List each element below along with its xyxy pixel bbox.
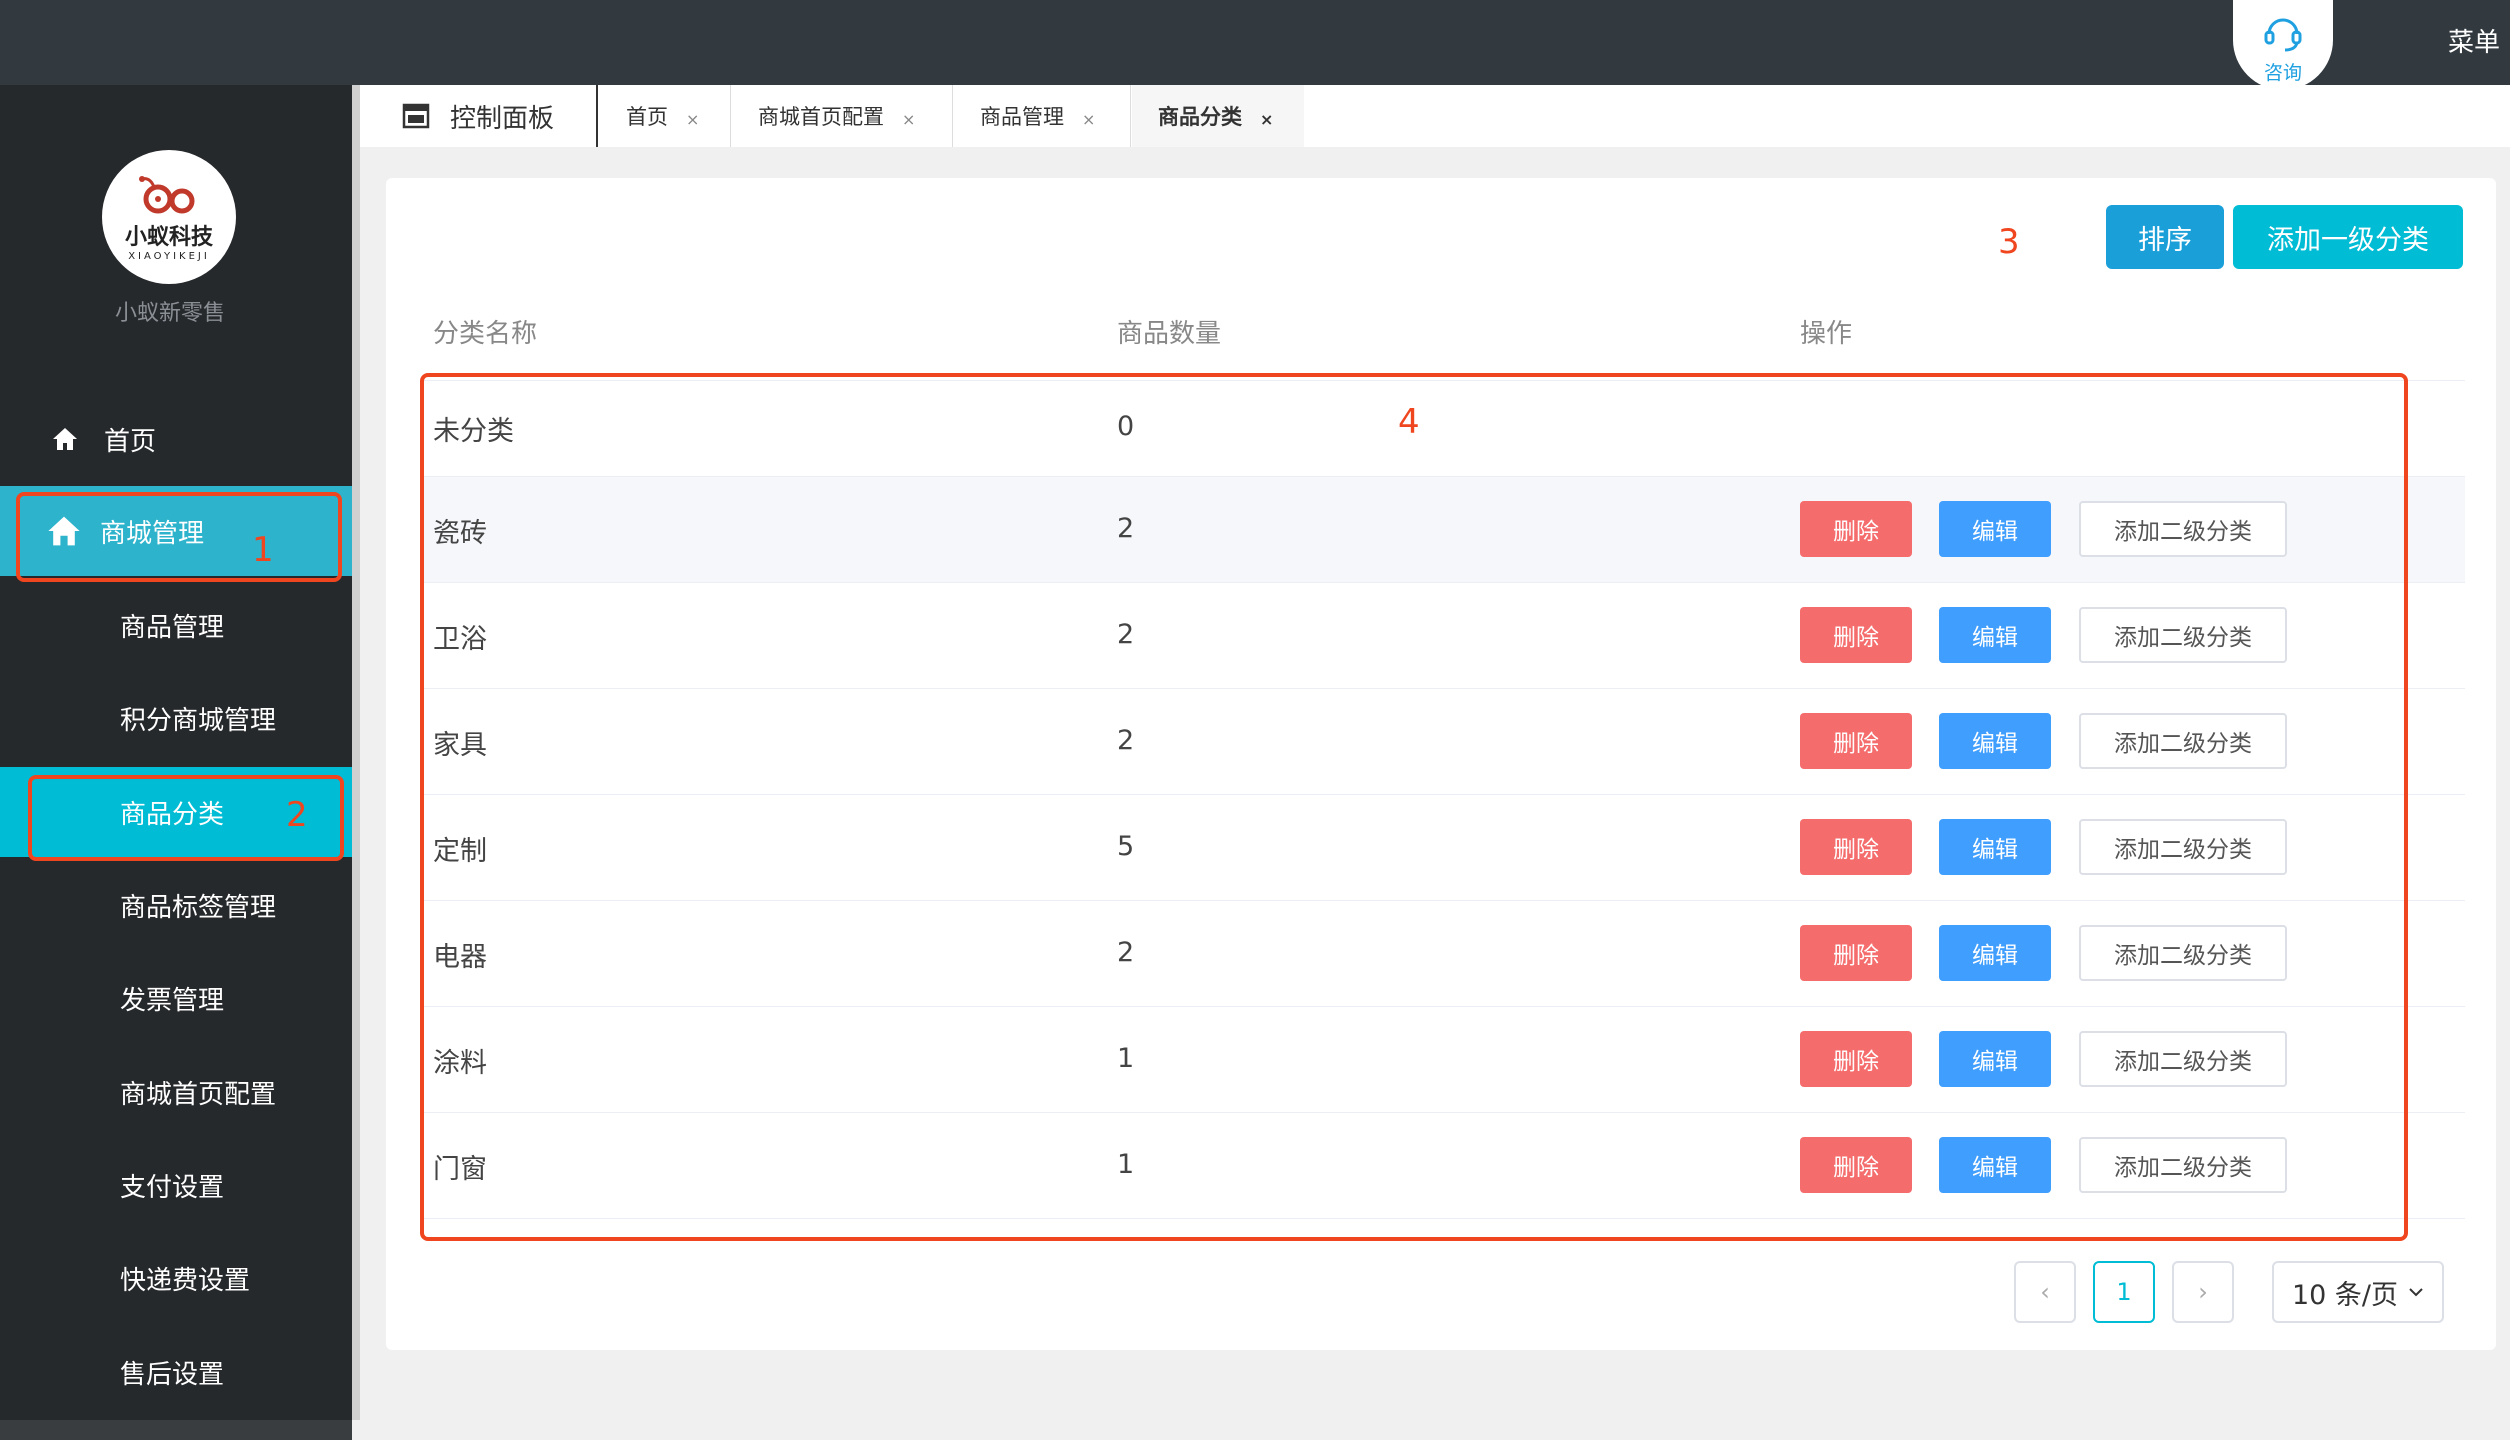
annotation-number-3: 3 [1998, 222, 2020, 262]
logo-text: 小蚁科技 [124, 224, 213, 250]
sidebar-item-invoice[interactable]: 发票管理 [0, 953, 352, 1043]
page-1-button[interactable]: 1 [2093, 1261, 2155, 1323]
sidebar-item-home[interactable]: 首页 [0, 394, 352, 484]
tab-dashboard[interactable]: 控制面板 [360, 85, 598, 147]
sidebar-item-label: 商品标签管理 [120, 892, 277, 923]
sidebar-item-label: 快递费设置 [120, 1265, 251, 1296]
sidebar-item-label: 发票管理 [120, 985, 225, 1016]
sidebar-item-label: 首页 [104, 426, 157, 457]
column-header-name: 分类名称 [433, 319, 538, 349]
add-top-category-button[interactable]: 添加一级分类 [2233, 205, 2463, 269]
headset-icon [2264, 18, 2302, 52]
consult-button[interactable]: 咨询 [2233, 0, 2333, 90]
top-bar: 咨询 菜单 [0, 0, 2510, 90]
tab-label: 控制面板 [450, 103, 555, 134]
close-icon[interactable]: × [1082, 110, 1095, 129]
sidebar-item-product-management[interactable]: 商品管理 [0, 580, 352, 670]
close-icon[interactable]: × [686, 110, 699, 129]
sidebar-item-label: 售后设置 [120, 1359, 225, 1390]
brand-name: 小蚁新零售 [114, 301, 225, 326]
sidebar-item-shipping-settings[interactable]: 快递费设置 [0, 1233, 352, 1323]
logo: 小蚁科技 XIAOYIKEJI [102, 150, 236, 284]
sidebar-item-product-tags[interactable]: 商品标签管理 [0, 860, 352, 950]
annotation-number-1: 1 [252, 530, 274, 570]
annotation-box-1 [16, 492, 342, 582]
sidebar-item-label: 支付设置 [120, 1172, 225, 1203]
home-icon [53, 428, 77, 450]
annotation-box-4 [420, 373, 2408, 1241]
prev-page-button[interactable]: ‹ [2014, 1261, 2076, 1323]
sidebar-item-after-sales[interactable]: 售后设置 [0, 1327, 352, 1417]
dashboard-icon [402, 103, 430, 129]
page-size-value: 10 条/页 [2291, 1279, 2399, 1311]
sort-button[interactable]: 排序 [2106, 205, 2224, 269]
sidebar-item-payment-settings[interactable]: 支付设置 [0, 1140, 352, 1230]
tab-label: 商品管理 [980, 105, 1064, 129]
tab-label: 商城首页配置 [758, 105, 884, 129]
annotation-number-4: 4 [1398, 402, 1420, 442]
annotation-number-2: 2 [286, 795, 308, 835]
tab-home[interactable]: 首页 × [600, 85, 731, 147]
ant-logo-icon [139, 175, 195, 213]
column-header-count: 商品数量 [1117, 319, 1222, 349]
consult-label: 咨询 [2263, 62, 2302, 84]
sidebar-item-mall-home-config[interactable]: 商城首页配置 [0, 1047, 352, 1137]
sidebar-footer [0, 1420, 352, 1440]
close-icon[interactable]: × [1260, 110, 1273, 129]
sidebar-item-points-mall[interactable]: 积分商城管理 [0, 673, 352, 763]
tab-label: 商品分类 [1158, 105, 1242, 129]
logo-subtext: XIAOYIKEJI [128, 250, 210, 262]
sidebar-scrollbar[interactable] [352, 85, 360, 1420]
next-page-button[interactable]: › [2172, 1261, 2234, 1323]
tab-bar: 控制面板 首页 × 商城首页配置 × 商品管理 × 商品分类 × [360, 85, 2510, 147]
sidebar-item-label: 商品管理 [120, 612, 225, 643]
tab-label: 首页 [626, 105, 668, 129]
sidebar-item-label: 商城首页配置 [120, 1079, 277, 1110]
chevron-down-icon [2409, 1288, 2423, 1297]
page-size-select[interactable]: 10 条/页 [2272, 1261, 2444, 1323]
close-icon[interactable]: × [902, 110, 915, 129]
tab-product-category[interactable]: 商品分类 × [1132, 85, 1304, 147]
tab-product-management[interactable]: 商品管理 × [954, 85, 1131, 147]
sidebar-item-label: 积分商城管理 [120, 705, 277, 736]
menu-button[interactable]: 菜单 [2448, 22, 2500, 59]
column-header-actions: 操作 [1800, 319, 1853, 349]
tab-mall-home-config[interactable]: 商城首页配置 × [732, 85, 953, 147]
